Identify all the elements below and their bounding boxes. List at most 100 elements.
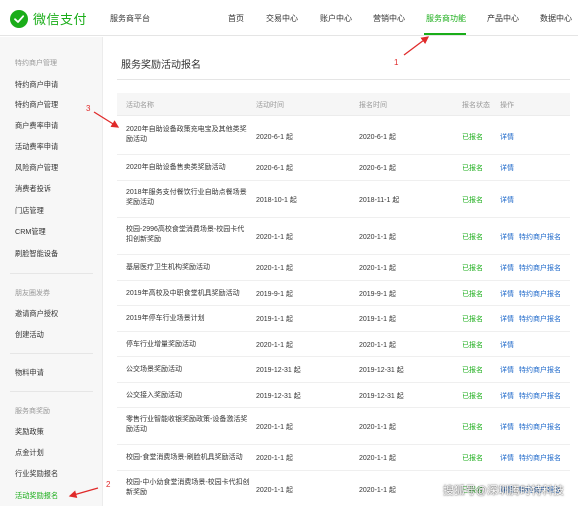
signup-time: 2020-1-1 起 bbox=[359, 233, 396, 241]
title-divider bbox=[117, 79, 570, 80]
details-link[interactable]: 详情 bbox=[500, 232, 514, 242]
details-link[interactable]: 详情 bbox=[500, 132, 514, 142]
merchant-signup-link[interactable]: 特约商户报名 bbox=[519, 232, 561, 242]
nav-products[interactable]: 产品中心 bbox=[487, 13, 519, 24]
activity-name: 2019年高校及中职食堂机具奖励活动 bbox=[126, 289, 240, 297]
column-header: 活动时间 bbox=[256, 102, 284, 109]
details-link[interactable]: 详情 bbox=[500, 163, 514, 173]
signup-status: 已报名 bbox=[462, 455, 483, 462]
row-divider bbox=[117, 382, 570, 383]
row-divider bbox=[117, 180, 570, 181]
activity-name: 基层医疗卫生机构奖励活动 bbox=[126, 264, 210, 271]
sidebar-divider bbox=[10, 273, 93, 274]
details-link[interactable]: 详情 bbox=[500, 195, 514, 205]
sidebar-item[interactable]: 点金计划 bbox=[15, 448, 44, 458]
activity-time: 2020-6-1 起 bbox=[256, 165, 293, 172]
details-link[interactable]: 详情 bbox=[500, 340, 514, 350]
annotation-number-3: 3 bbox=[86, 104, 91, 113]
details-link[interactable]: 详情 bbox=[500, 422, 514, 432]
details-link[interactable]: 详情 bbox=[500, 391, 514, 401]
watermark: 搜狐号@深圳腾时特科技 bbox=[442, 485, 564, 497]
activity-name: 校园-中小幼食堂消费场景-校园卡代扣创新奖励 bbox=[126, 479, 250, 496]
sidebar-item[interactable]: 创建活动 bbox=[15, 330, 44, 340]
column-header: 活动名称 bbox=[126, 102, 154, 109]
details-link[interactable]: 详情 bbox=[500, 289, 514, 299]
merchant-signup-link[interactable]: 特约商户报名 bbox=[519, 263, 561, 273]
activity-name: 零售行业智能收银奖励政策-设备激活奖励活动 bbox=[126, 416, 248, 433]
activity-time: 2020-1-1 起 bbox=[256, 265, 293, 272]
sidebar-item[interactable]: 特约商户申请 bbox=[15, 80, 58, 90]
sidebar-item[interactable]: 消费者投诉 bbox=[15, 184, 51, 194]
sidebar-item[interactable]: 特约商户管理 bbox=[15, 100, 58, 110]
sidebar-item[interactable]: 刷脸智能设备 bbox=[15, 249, 58, 259]
activity-time: 2020-1-1 起 bbox=[256, 233, 293, 241]
nav-home[interactable]: 首页 bbox=[228, 13, 244, 24]
activity-time: 2020-1-1 起 bbox=[256, 486, 293, 494]
signup-status: 已报名 bbox=[462, 165, 483, 172]
signup-time: 2020-1-1 起 bbox=[359, 265, 396, 272]
details-link[interactable]: 详情 bbox=[500, 314, 514, 324]
platform-name: 服务商平台 bbox=[110, 14, 150, 23]
row-divider bbox=[117, 217, 570, 218]
activity-time: 2018-10-1 起 bbox=[256, 196, 297, 204]
activity-name: 公交场景奖励活动 bbox=[126, 366, 182, 373]
sidebar-item[interactable]: CRM管理 bbox=[15, 227, 46, 237]
signup-status: 已报名 bbox=[462, 290, 483, 298]
merchant-signup-link[interactable]: 特约商户报名 bbox=[519, 365, 561, 375]
signup-status: 已报名 bbox=[462, 265, 483, 272]
sidebar-item[interactable]: 物料申请 bbox=[15, 368, 44, 378]
sidebar-item[interactable]: 门店管理 bbox=[15, 206, 44, 216]
wechat-pay-icon bbox=[10, 9, 28, 28]
activity-name: 公交接入奖励活动 bbox=[126, 391, 182, 399]
activity-name: 2018年服务支付餐饮行业自助点餐场景奖励活动 bbox=[126, 189, 247, 206]
sidebar-item[interactable]: 行业奖励报名 bbox=[15, 469, 58, 479]
sidebar-item[interactable]: 奖励政策 bbox=[15, 427, 44, 437]
signup-time: 2020-6-1 起 bbox=[359, 133, 396, 141]
nav-data[interactable]: 数据中心 bbox=[540, 13, 572, 24]
merchant-signup-link[interactable]: 特约商户报名 bbox=[519, 391, 561, 401]
signup-time: 2019-9-1 起 bbox=[359, 290, 396, 298]
wechat-pay-logo[interactable]: 微信支付 bbox=[10, 9, 87, 28]
activity-time: 2019-12-31 起 bbox=[256, 392, 301, 400]
row-divider bbox=[117, 407, 570, 408]
row-divider bbox=[117, 154, 570, 155]
sidebar-item-active[interactable]: 活动奖励报名 bbox=[15, 491, 58, 501]
row-divider bbox=[117, 305, 570, 306]
nav-marketing[interactable]: 营销中心 bbox=[373, 13, 405, 24]
annotation-number-2: 2 bbox=[106, 480, 111, 489]
row-divider bbox=[117, 470, 570, 471]
details-link[interactable]: 详情 bbox=[500, 263, 514, 273]
row-divider bbox=[117, 254, 570, 255]
nav-transactions[interactable]: 交易中心 bbox=[266, 13, 298, 24]
activity-time: 2020-1-1 起 bbox=[256, 341, 293, 349]
merchant-signup-link[interactable]: 特约商户报名 bbox=[519, 314, 561, 324]
signup-time: 2019-12-31 起 bbox=[359, 392, 404, 400]
activity-time: 2020-1-1 起 bbox=[256, 423, 293, 431]
activity-name: 校园-2996高校食堂消费场景-校园卡代扣创新奖励 bbox=[126, 226, 245, 243]
merchant-signup-link[interactable]: 特约商户报名 bbox=[519, 453, 561, 463]
sidebar-item[interactable]: 风险商户管理 bbox=[15, 163, 58, 173]
activity-time: 2019-9-1 起 bbox=[256, 290, 293, 298]
merchant-signup-link[interactable]: 特约商户报名 bbox=[519, 422, 561, 432]
activity-time: 2020-6-1 起 bbox=[256, 133, 293, 141]
row-divider bbox=[117, 280, 570, 281]
signup-time: 2020-1-1 起 bbox=[359, 486, 396, 494]
merchant-signup-link[interactable]: 特约商户报名 bbox=[519, 289, 561, 299]
signup-status: 已报名 bbox=[462, 423, 483, 431]
sidebar-item[interactable]: 商户费率申请 bbox=[15, 121, 58, 131]
signup-time: 2018-11-1 起 bbox=[359, 196, 400, 204]
sidebar-item[interactable]: 邀请商户授权 bbox=[15, 309, 58, 319]
sidebar-group-title: 特约商户管理 bbox=[15, 60, 57, 67]
sidebar-item[interactable]: 活动费率申请 bbox=[15, 142, 58, 152]
signup-time: 2020-1-1 起 bbox=[359, 423, 396, 431]
activity-name: 2019年停车行业场景计划 bbox=[126, 315, 205, 322]
activity-name: 2020年自助设备政策充电宝及其他类奖励活动 bbox=[126, 126, 247, 143]
row-divider bbox=[117, 331, 570, 332]
column-header: 报名状态 bbox=[462, 102, 490, 109]
details-link[interactable]: 详情 bbox=[500, 453, 514, 463]
details-link[interactable]: 详情 bbox=[500, 365, 514, 375]
signup-status: 已报名 bbox=[462, 133, 483, 141]
nav-service-provider-features[interactable]: 服务商功能 bbox=[426, 13, 466, 24]
activity-name: 2020年自助设备售卖类奖励活动 bbox=[126, 164, 226, 171]
nav-account[interactable]: 账户中心 bbox=[320, 13, 352, 24]
